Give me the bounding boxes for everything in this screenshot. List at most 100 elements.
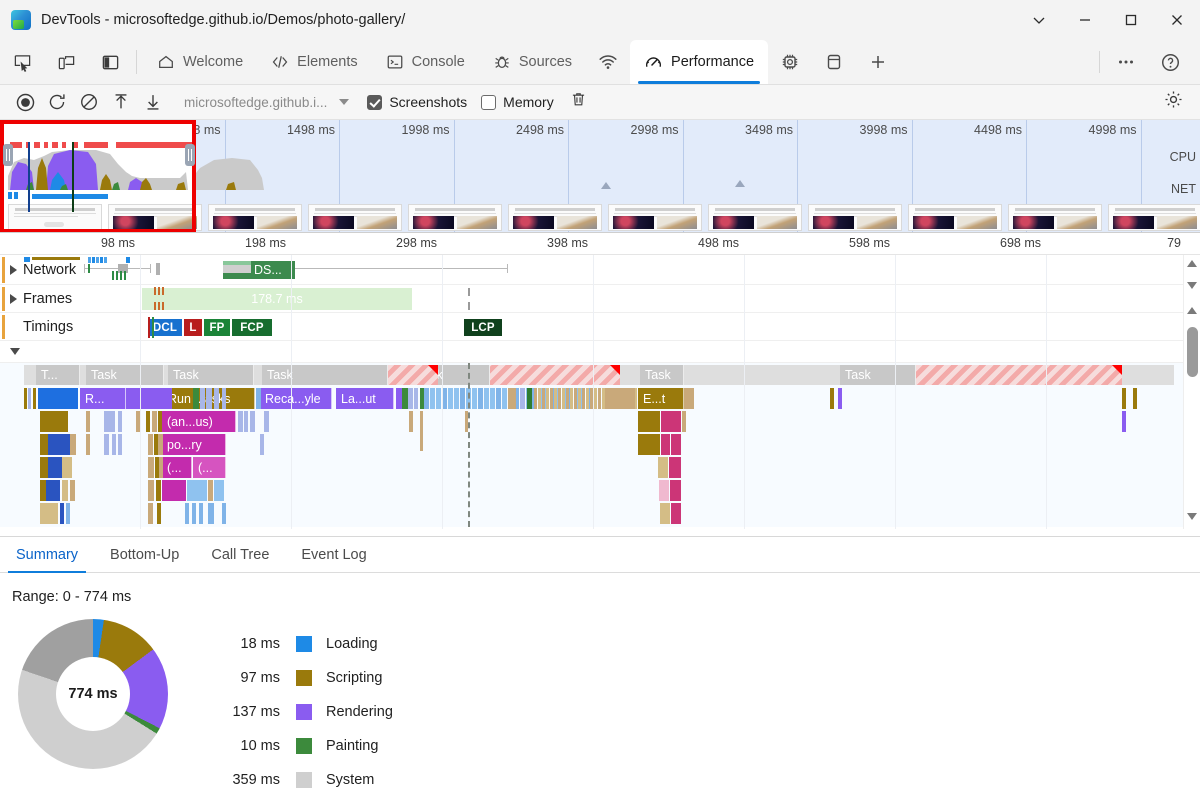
- more-tools-button[interactable]: [1104, 52, 1148, 72]
- filmstrip-frame[interactable]: [508, 204, 602, 231]
- dock-side-button[interactable]: [88, 40, 132, 84]
- filmstrip-frame[interactable]: [108, 204, 202, 231]
- frames-track-header[interactable]: Frames: [10, 285, 72, 312]
- tab-console[interactable]: Console: [372, 40, 479, 84]
- flame-box[interactable]: R...: [80, 388, 126, 409]
- task-box[interactable]: T...: [36, 365, 80, 385]
- help-button[interactable]: [1148, 52, 1192, 73]
- scrollbar-thumb[interactable]: [1187, 327, 1198, 377]
- reload-and-record-button[interactable]: [42, 88, 72, 116]
- timings-track-header[interactable]: Timings: [10, 313, 73, 340]
- filmstrip-frame[interactable]: [608, 204, 702, 231]
- timing-marker[interactable]: LCP: [464, 319, 502, 336]
- flame-box[interactable]: [670, 480, 681, 501]
- scrollbar-top-arrow-icon[interactable]: [1187, 307, 1197, 314]
- legend-row[interactable]: 18 msLoading: [204, 627, 393, 661]
- save-profile-button[interactable]: [138, 88, 168, 116]
- triangle-right-icon[interactable]: [10, 294, 17, 304]
- long-task-stripe[interactable]: [916, 365, 1122, 385]
- overview-pane[interactable]: 498 ms998 ms1498 ms1998 ms2498 ms2998 ms…: [0, 120, 1200, 233]
- flame-box[interactable]: [661, 411, 681, 432]
- triangle-right-icon[interactable]: [10, 265, 17, 275]
- task-box[interactable]: Task: [168, 365, 254, 385]
- triangle-down-icon[interactable]: [10, 348, 20, 355]
- overview-left-handle[interactable]: [3, 144, 13, 166]
- filmstrip-frame[interactable]: [8, 204, 102, 231]
- network-track-header[interactable]: Network: [10, 255, 76, 284]
- task-box[interactable]: Task: [86, 365, 164, 385]
- more-window-options-button[interactable]: [1016, 0, 1062, 40]
- clear-recording-button[interactable]: [564, 88, 594, 116]
- legend-row[interactable]: 359 msSystem: [204, 763, 393, 797]
- flame-box[interactable]: [671, 434, 681, 455]
- tab-summary[interactable]: Summary: [0, 537, 94, 572]
- tracks-scrollbar[interactable]: [1183, 255, 1200, 529]
- task-box[interactable]: Task: [262, 365, 388, 385]
- tab-event-log[interactable]: Event Log: [285, 537, 382, 572]
- close-button[interactable]: [1154, 0, 1200, 40]
- tab-performance[interactable]: Performance: [630, 40, 768, 84]
- timing-marker[interactable]: L: [184, 319, 202, 336]
- add-tab-button[interactable]: [856, 40, 900, 84]
- scroll-down-arrow-icon[interactable]: [1187, 282, 1197, 289]
- tab-welcome[interactable]: Welcome: [143, 40, 257, 84]
- filmstrip-frame[interactable]: [1008, 204, 1102, 231]
- tab-bottom-up[interactable]: Bottom-Up: [94, 537, 195, 572]
- flame-box[interactable]: [638, 411, 660, 432]
- filmstrip-frame[interactable]: [908, 204, 1002, 231]
- filmstrip-frame[interactable]: [408, 204, 502, 231]
- long-task-stripe[interactable]: [490, 365, 620, 385]
- tab-sources[interactable]: Sources: [479, 40, 586, 84]
- tab-call-tree[interactable]: Call Tree: [195, 537, 285, 572]
- maximize-button[interactable]: [1108, 0, 1154, 40]
- load-profile-button[interactable]: [106, 88, 136, 116]
- flame-box[interactable]: po...ry: [162, 434, 226, 455]
- tab-network-icon-button[interactable]: [586, 40, 630, 84]
- capture-settings-button[interactable]: [1158, 88, 1188, 116]
- tab-elements[interactable]: Elements: [257, 40, 371, 84]
- inspect-element-button[interactable]: [0, 40, 44, 84]
- timing-marker[interactable]: FCP: [232, 319, 272, 336]
- timings-track-row[interactable]: Timings DCLLFPFCPLCP: [0, 313, 1200, 341]
- tab-memory-icon-button[interactable]: [768, 40, 812, 84]
- activity-donut-chart[interactable]: 774 ms: [18, 619, 168, 769]
- flame-box[interactable]: (...: [193, 457, 226, 478]
- network-request-label[interactable]: DS...: [251, 261, 295, 279]
- filmstrip-frame[interactable]: [708, 204, 802, 231]
- device-emulation-button[interactable]: [44, 40, 88, 84]
- main-track-header[interactable]: [10, 341, 26, 362]
- flame-box[interactable]: [162, 480, 186, 501]
- filmstrip-frame[interactable]: [808, 204, 902, 231]
- timing-marker[interactable]: FP: [204, 319, 230, 336]
- flame-box[interactable]: E...t: [638, 388, 684, 409]
- scrollbar-bottom-arrow-icon[interactable]: [1187, 513, 1197, 520]
- chevron-down-icon[interactable]: [339, 99, 349, 105]
- frames-track-row[interactable]: Frames 178.7 ms: [0, 285, 1200, 313]
- filmstrip-frame[interactable]: [208, 204, 302, 231]
- screenshots-checkbox[interactable]: Screenshots: [367, 94, 467, 110]
- flame-box[interactable]: (an...us): [162, 411, 236, 432]
- record-button[interactable]: [10, 88, 40, 116]
- clear-button[interactable]: [74, 88, 104, 116]
- flame-box[interactable]: Reca...yle: [260, 388, 332, 409]
- legend-row[interactable]: 10 msPainting: [204, 729, 393, 763]
- legend-row[interactable]: 97 msScripting: [204, 661, 393, 695]
- filmstrip-frame[interactable]: [1108, 204, 1200, 231]
- flame-box[interactable]: (...: [162, 457, 192, 478]
- overview-right-handle[interactable]: [185, 144, 195, 166]
- flame-box[interactable]: [671, 503, 681, 524]
- network-track-row[interactable]: Network DS...: [0, 255, 1200, 285]
- memory-checkbox[interactable]: Memory: [481, 94, 554, 110]
- flame-box[interactable]: [638, 434, 660, 455]
- frame-block[interactable]: 178.7 ms: [142, 288, 412, 310]
- main-track-header-row[interactable]: [0, 341, 1200, 363]
- task-box[interactable]: Task: [640, 365, 684, 385]
- task-box[interactable]: Task: [840, 365, 916, 385]
- flame-box[interactable]: La...ut: [336, 388, 394, 409]
- flame-box[interactable]: [661, 434, 670, 455]
- scroll-up-arrow-icon[interactable]: [1187, 260, 1197, 267]
- tab-application-icon-button[interactable]: [812, 40, 856, 84]
- main-flame-chart[interactable]: T...TaskTaskTaskTaskTaskTaskR...Run ...a…: [0, 363, 1200, 527]
- minimize-button[interactable]: [1062, 0, 1108, 40]
- filmstrip-frame[interactable]: [308, 204, 402, 231]
